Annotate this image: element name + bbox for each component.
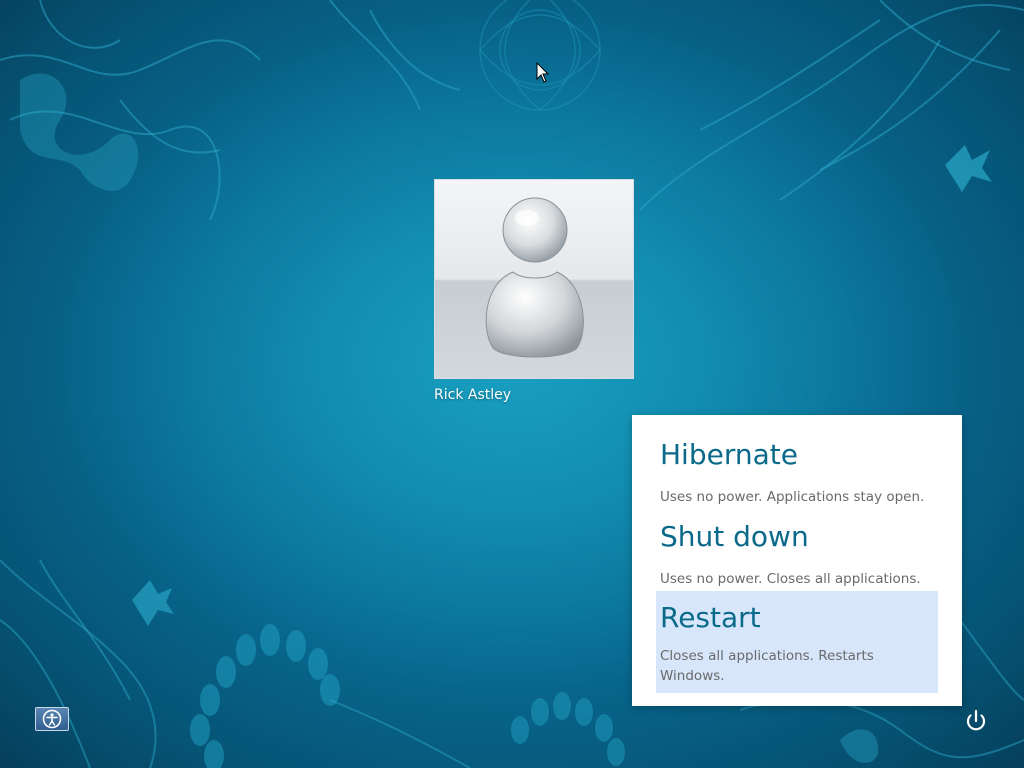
hibernate-label: Hibernate xyxy=(660,438,798,471)
restart-option[interactable]: Restart Closes all applications. Restart… xyxy=(656,591,938,693)
ease-of-access-button[interactable] xyxy=(35,707,69,731)
user-name: Rick Astley xyxy=(434,387,512,403)
ease-of-access-icon xyxy=(42,709,62,729)
power-icon[interactable] xyxy=(962,707,990,735)
shut-down-label: Shut down xyxy=(660,520,809,553)
restart-description: Closes all applications. Restarts Window… xyxy=(660,648,874,684)
mouse-pointer-icon xyxy=(536,62,550,83)
restart-label: Restart xyxy=(660,601,761,634)
hibernate-option[interactable]: Hibernate Uses no power. Applications st… xyxy=(656,437,938,511)
user-tile[interactable] xyxy=(434,179,634,379)
avatar xyxy=(485,197,584,358)
shut-down-option[interactable]: Shut down Uses no power. Closes all appl… xyxy=(656,519,938,593)
power-options-menu: Hibernate Uses no power. Applications st… xyxy=(632,415,962,706)
shut-down-description: Uses no power. Closes all applications. xyxy=(660,571,921,587)
hibernate-description: Uses no power. Applications stay open. xyxy=(660,489,925,505)
